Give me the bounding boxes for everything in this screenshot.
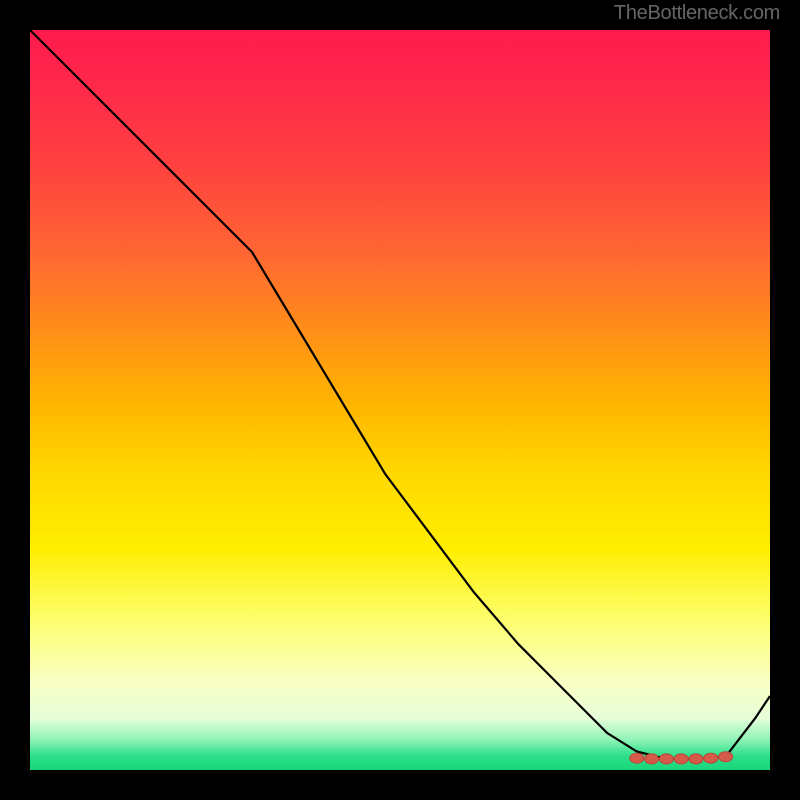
marker-point bbox=[674, 754, 688, 764]
marker-point bbox=[645, 754, 659, 764]
chart-container: TheBottleneck.com bbox=[0, 0, 800, 800]
marker-point bbox=[630, 753, 644, 763]
marker-point bbox=[704, 753, 718, 763]
marker-point bbox=[719, 752, 733, 762]
bottleneck-curve bbox=[30, 30, 770, 759]
chart-overlay bbox=[30, 30, 770, 770]
marker-point bbox=[689, 754, 703, 764]
marker-point bbox=[659, 754, 673, 764]
plot-area bbox=[30, 30, 770, 770]
attribution-text: TheBottleneck.com bbox=[614, 2, 780, 25]
